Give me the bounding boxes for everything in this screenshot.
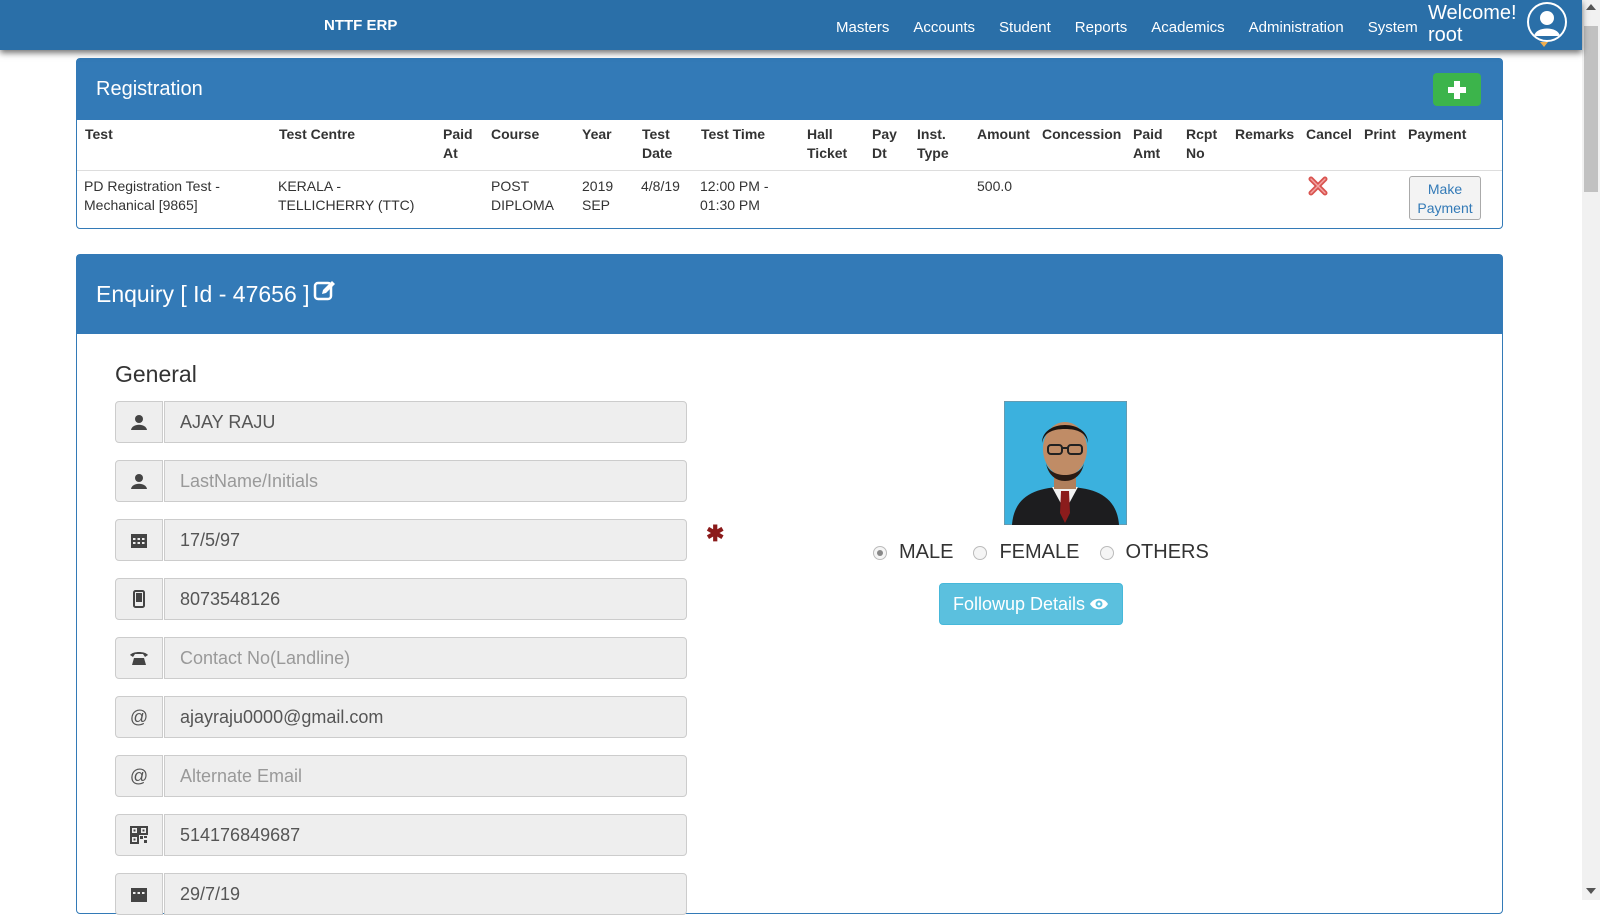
scrollbar-thumb[interactable] xyxy=(1584,26,1598,192)
email-field[interactable]: @ ajayraju0000@gmail.com xyxy=(115,696,687,738)
user-icon xyxy=(115,460,163,502)
col-header-pay-dt: Pay Dt xyxy=(872,126,897,161)
cell-year: 2019 SEP xyxy=(582,178,614,213)
col-header-cancel: Cancel xyxy=(1306,126,1352,142)
brand-title[interactable]: NTTF ERP xyxy=(324,17,397,34)
alternate-email-input[interactable]: Alternate Email xyxy=(164,755,687,797)
landline-field[interactable]: Contact No(Landline) xyxy=(115,637,687,679)
gender-female-radio[interactable] xyxy=(973,545,988,560)
col-header-test: Test xyxy=(85,126,113,142)
user-avatar-icon[interactable] xyxy=(1527,2,1567,42)
nav-accounts[interactable]: Accounts xyxy=(901,0,987,50)
enquiry-header: Enquiry [ Id - 47656 ] xyxy=(77,255,1502,334)
cell-test: PD Registration Test - Mechanical [9865] xyxy=(84,178,220,213)
nav-student[interactable]: Student xyxy=(987,0,1063,50)
gender-radio-group: MALE FEMALE OTHERS xyxy=(873,541,1229,564)
gender-others-radio[interactable] xyxy=(1099,545,1114,560)
general-section-title: General xyxy=(115,361,197,387)
dob-input[interactable]: 17/5/97 xyxy=(164,519,687,561)
last-name-input[interactable]: LastName/Initials xyxy=(164,460,687,502)
cell-test-time: 12:00 PM - 01:30 PM xyxy=(700,178,769,213)
col-header-test-date: Test Date xyxy=(642,126,673,161)
scroll-up-arrow-icon[interactable] xyxy=(1586,4,1596,10)
col-header-rcpt-no: Rcpt No xyxy=(1186,126,1218,161)
welcome-username: root xyxy=(1428,24,1463,46)
calendar-icon xyxy=(115,519,163,561)
col-header-paid-at: Paid At xyxy=(443,126,473,161)
gender-male-label: MALE xyxy=(899,541,954,563)
qrcode-icon xyxy=(115,814,163,856)
col-header-remarks: Remarks xyxy=(1235,126,1295,142)
user-menu-chevron-icon[interactable] xyxy=(1540,42,1548,47)
calendar-icon xyxy=(115,873,163,915)
required-asterisk-icon: ✱ xyxy=(706,521,725,546)
registration-header: Registration xyxy=(77,59,1502,120)
alternate-email-field[interactable]: @ Alternate Email xyxy=(115,755,687,797)
plus-icon xyxy=(1448,81,1466,99)
table-divider xyxy=(77,170,1502,171)
last-name-field[interactable]: LastName/Initials xyxy=(115,460,687,502)
main-nav: Masters Accounts Student Reports Academi… xyxy=(824,0,1430,50)
nav-system[interactable]: System xyxy=(1356,0,1430,50)
cell-course: POST DIPLOMA xyxy=(491,178,555,213)
gender-others-label: OTHERS xyxy=(1125,541,1209,563)
registration-panel: Registration Test Test Centre Paid At Co… xyxy=(76,58,1503,229)
add-registration-button[interactable] xyxy=(1433,73,1481,106)
student-photo xyxy=(1004,401,1127,525)
enquiry-title: Enquiry [ Id - 47656 ] xyxy=(96,281,310,307)
col-header-payment: Payment xyxy=(1408,126,1467,142)
id-number-field[interactable]: 514176849687 xyxy=(115,814,687,856)
nav-administration[interactable]: Administration xyxy=(1237,0,1356,50)
page-scrollbar[interactable] xyxy=(1582,0,1600,900)
col-header-paid-amt: Paid Amt xyxy=(1133,126,1163,161)
date-field[interactable]: 29/7/19 xyxy=(115,873,687,915)
eye-icon xyxy=(1090,598,1109,610)
id-number-input[interactable]: 514176849687 xyxy=(164,814,687,856)
landline-input[interactable]: Contact No(Landline) xyxy=(164,637,687,679)
first-name-input[interactable]: AJAY RAJU xyxy=(164,401,687,443)
user-icon xyxy=(115,401,163,443)
scroll-down-arrow-icon[interactable] xyxy=(1586,888,1596,894)
phone-icon xyxy=(115,637,163,679)
col-header-year: Year xyxy=(582,126,612,142)
registration-title: Registration xyxy=(96,78,203,100)
mobile-field[interactable]: 8073548126 xyxy=(115,578,687,620)
cell-test-date: 4/8/19 xyxy=(641,178,680,194)
mobile-icon xyxy=(115,578,163,620)
gender-male-radio[interactable] xyxy=(873,545,887,560)
col-header-inst-type: Inst. Type xyxy=(917,126,949,161)
edit-icon[interactable] xyxy=(313,279,337,303)
email-input[interactable]: ajayraju0000@gmail.com xyxy=(164,696,687,738)
col-header-test-time: Test Time xyxy=(701,126,766,142)
cancel-x-icon[interactable] xyxy=(1308,176,1328,196)
cell-amount: 500.0 xyxy=(977,178,1013,194)
followup-details-label: Followup Details xyxy=(952,593,1086,614)
col-header-test-centre: Test Centre xyxy=(279,126,355,142)
at-icon: @ xyxy=(115,755,163,797)
col-header-amount: Amount xyxy=(977,126,1030,142)
col-header-hall-ticket: Hall Ticket xyxy=(807,126,848,161)
gender-female-label: FEMALE xyxy=(999,541,1080,563)
first-name-field[interactable]: AJAY RAJU xyxy=(115,401,687,443)
followup-details-button[interactable]: Followup Details xyxy=(939,583,1123,625)
date-input[interactable]: 29/7/19 xyxy=(164,873,687,915)
nav-academics[interactable]: Academics xyxy=(1139,0,1236,50)
col-header-print: Print xyxy=(1364,126,1396,142)
top-navbar: NTTF ERP Masters Accounts Student Report… xyxy=(0,0,1582,50)
nav-masters[interactable]: Masters xyxy=(824,0,901,50)
dob-field[interactable]: 17/5/97 xyxy=(115,519,687,561)
col-header-concession: Concession xyxy=(1042,126,1122,142)
col-header-course: Course xyxy=(491,126,540,142)
make-payment-button[interactable]: Make Payment xyxy=(1409,176,1481,220)
at-icon: @ xyxy=(115,696,163,738)
cell-test-centre: KERALA - TELLICHERRY (TTC) xyxy=(278,178,415,213)
welcome-text: Welcome! root xyxy=(1428,2,1517,46)
welcome-greeting: Welcome! xyxy=(1428,2,1517,24)
mobile-input[interactable]: 8073548126 xyxy=(164,578,687,620)
nav-reports[interactable]: Reports xyxy=(1063,0,1140,50)
